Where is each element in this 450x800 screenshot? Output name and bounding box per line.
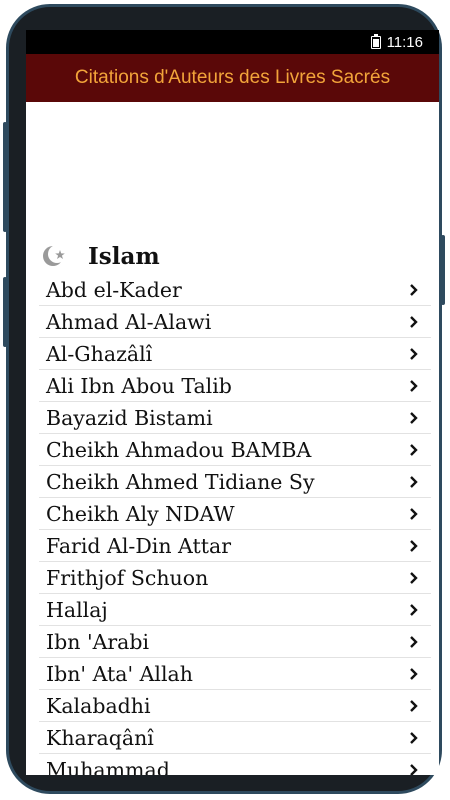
author-name: Ibn 'Arabi	[46, 629, 150, 654]
author-name: Kharaqânî	[46, 725, 154, 750]
author-list-item[interactable]: Muhammad	[39, 754, 431, 775]
author-list-item[interactable]: Abd el-Kader	[39, 274, 431, 306]
author-list-item[interactable]: Ibn' Ata' Allah	[39, 658, 431, 690]
chevron-right-icon	[410, 443, 418, 456]
chevron-right-icon	[410, 379, 418, 392]
app-title: Citations d'Auteurs des Livres Sacrés	[74, 67, 391, 88]
chevron-right-icon	[410, 507, 418, 520]
chevron-right-icon	[410, 603, 418, 616]
author-list-item[interactable]: Ibn 'Arabi	[39, 626, 431, 658]
author-list-item[interactable]: Al-Ghazâlî	[39, 338, 431, 370]
author-list-item[interactable]: Kalabadhi	[39, 690, 431, 722]
author-name: Hallaj	[46, 597, 108, 622]
status-time: 11:16	[386, 33, 423, 51]
author-name: Al-Ghazâlî	[46, 341, 153, 366]
author-list-item[interactable]: Cheikh Ahmadou BAMBA	[39, 434, 431, 466]
side-button-right	[441, 235, 445, 305]
battery-icon	[370, 33, 381, 49]
chevron-right-icon	[410, 347, 418, 360]
chevron-right-icon	[410, 635, 418, 648]
author-name: Frithjof Schuon	[46, 565, 209, 590]
chevron-right-icon	[410, 699, 418, 712]
chevron-right-icon	[410, 315, 418, 328]
section-header: Islam	[26, 238, 439, 274]
chevron-right-icon	[410, 731, 418, 744]
chevron-right-icon	[410, 411, 418, 424]
chevron-right-icon	[410, 283, 418, 296]
author-list-item[interactable]: Cheikh Aly NDAW	[39, 498, 431, 530]
author-name: Ali Ibn Abou Talib	[46, 373, 232, 398]
phone-frame: 11:16 Citations d'Auteurs des Livres Sac…	[3, 4, 445, 794]
volume-button	[3, 122, 7, 232]
author-name: Muhammad	[46, 757, 170, 776]
author-list-item[interactable]: Ahmad Al-Alawi	[39, 306, 431, 338]
crescent-star-icon	[43, 246, 65, 266]
author-name: Kalabadhi	[46, 693, 151, 718]
author-name: Cheikh Ahmadou BAMBA	[46, 437, 312, 462]
ad-space	[26, 102, 439, 238]
author-name: Cheikh Aly NDAW	[46, 501, 235, 526]
author-list-item[interactable]: Hallaj	[39, 594, 431, 626]
screen: 11:16 Citations d'Auteurs des Livres Sac…	[26, 30, 439, 775]
chevron-right-icon	[410, 667, 418, 680]
author-list-item[interactable]: Frithjof Schuon	[39, 562, 431, 594]
section-title: Islam	[88, 242, 160, 270]
author-list-item[interactable]: Cheikh Ahmed Tidiane Sy	[39, 466, 431, 498]
chevron-right-icon	[410, 571, 418, 584]
author-list-item[interactable]: Farid Al-Din Attar	[39, 530, 431, 562]
author-name: Bayazid Bistami	[46, 405, 213, 430]
status-bar: 11:16	[26, 30, 439, 54]
author-list-item[interactable]: Ali Ibn Abou Talib	[39, 370, 431, 402]
author-name: Cheikh Ahmed Tidiane Sy	[46, 469, 315, 494]
author-list-item[interactable]: Kharaqânî	[39, 722, 431, 754]
author-name: Ahmad Al-Alawi	[46, 309, 212, 334]
author-list-item[interactable]: Bayazid Bistami	[39, 402, 431, 434]
chevron-right-icon	[410, 539, 418, 552]
author-name: Ibn' Ata' Allah	[46, 661, 193, 686]
power-button	[3, 277, 7, 347]
author-name: Abd el-Kader	[46, 277, 182, 302]
chevron-right-icon	[410, 763, 418, 775]
author-list: Abd el-Kader Ahmad Al-Alawi Al-Ghazâlî Ali …	[39, 274, 431, 775]
chevron-right-icon	[410, 475, 418, 488]
app-bar: Citations d'Auteurs des Livres Sacrés	[26, 54, 439, 102]
author-name: Farid Al-Din Attar	[46, 533, 231, 558]
